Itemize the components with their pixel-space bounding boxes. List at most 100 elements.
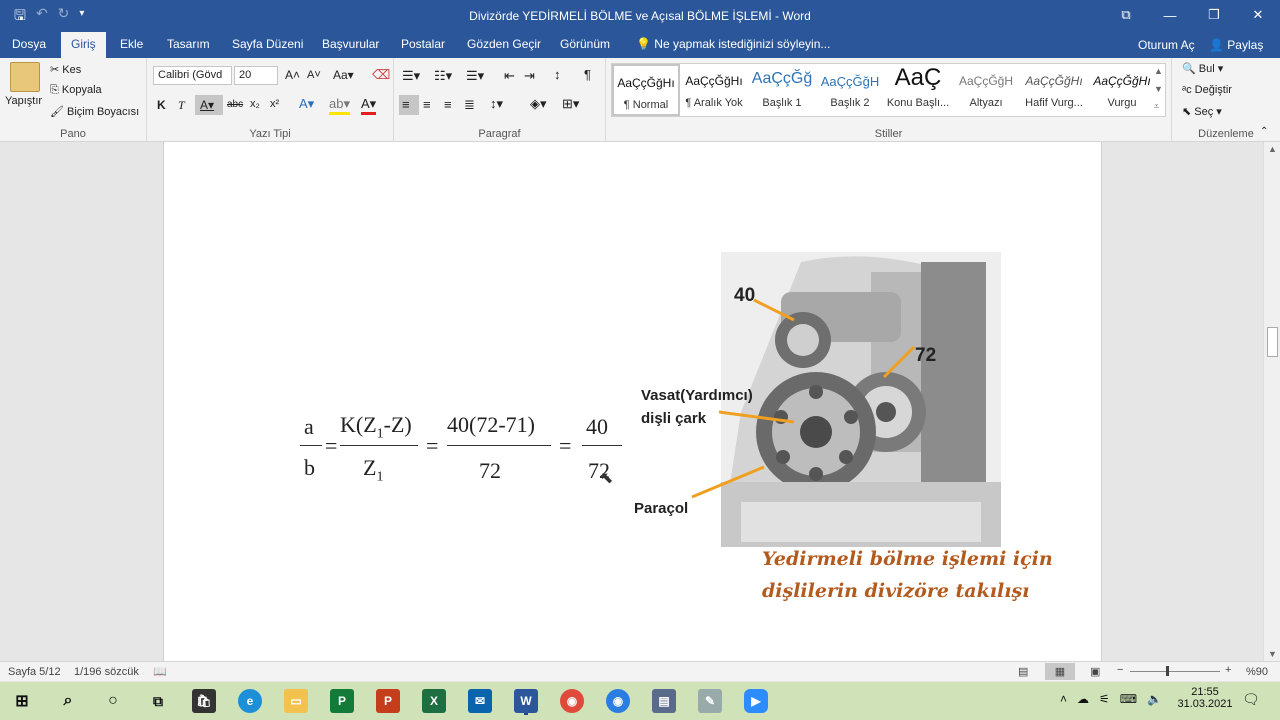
document-page[interactable]: a b = K(Z1-Z) Z1 = 40(72-71) 72 = 40 72 … — [163, 142, 1102, 661]
numbering-icon[interactable]: ☷▾ — [434, 68, 452, 84]
tab-gorunum[interactable]: Görünüm — [560, 32, 610, 58]
font-color-icon[interactable]: A▾ — [361, 96, 377, 115]
zoom-level[interactable]: %90 — [1246, 666, 1268, 678]
tab-sayfa-duzeni[interactable]: Sayfa Düzeni — [232, 32, 303, 58]
tab-dosya[interactable]: Dosya — [12, 32, 46, 58]
powerpoint-icon[interactable]: P — [376, 689, 400, 713]
style-normal[interactable]: AaÇçĞğHı ¶ Normal — [612, 64, 680, 116]
replace-button[interactable]: ᵃc Değiştir — [1182, 84, 1232, 96]
paint-icon[interactable]: ✎ — [698, 689, 722, 713]
find-button[interactable]: 🔍 Bul ▾ — [1182, 62, 1223, 75]
zoom-slider-thumb[interactable] — [1166, 666, 1169, 676]
scroll-thumb[interactable] — [1267, 327, 1278, 357]
read-mode-icon[interactable]: ▤ — [1018, 665, 1028, 678]
network-app-icon[interactable]: ▤ — [652, 689, 676, 713]
network-icon[interactable]: ⚟ — [1099, 692, 1110, 706]
align-left-icon[interactable]: ≡ — [399, 95, 419, 115]
word-icon[interactable]: W — [514, 689, 538, 713]
volume-icon[interactable]: 🔈 — [1147, 692, 1162, 706]
style-subtitle[interactable]: AaÇçĞğH Altyazı — [952, 64, 1020, 116]
task-view-icon[interactable]: ⧉ — [146, 689, 170, 713]
paste-button[interactable]: Yapıştır — [5, 95, 42, 107]
justify-icon[interactable]: ≣ — [464, 97, 475, 113]
proofing-icon[interactable]: 📖 — [153, 665, 167, 678]
grow-font-icon[interactable]: A˄ — [285, 68, 300, 82]
minimize-button[interactable]: — — [1148, 0, 1192, 30]
store-icon[interactable]: 🛍 — [192, 689, 216, 713]
scroll-up-icon[interactable]: ▲ — [1268, 144, 1277, 154]
borders-icon[interactable]: ⊞▾ — [562, 96, 579, 112]
zoom-out-icon[interactable]: − — [1117, 664, 1123, 676]
italic-icon[interactable]: T — [178, 98, 185, 113]
onedrive-icon[interactable]: ☁ — [1077, 692, 1089, 706]
mail-icon[interactable]: ✉ — [468, 689, 492, 713]
copy-button[interactable]: ⎘ Kopyala — [50, 84, 102, 97]
superscript-icon[interactable]: x² — [270, 98, 279, 110]
print-layout-icon[interactable]: ▦ — [1045, 663, 1075, 680]
tab-giris[interactable]: Giriş — [61, 32, 106, 58]
subscript-icon[interactable]: x₂ — [250, 98, 260, 110]
scroll-down-icon[interactable]: ▼ — [1268, 649, 1277, 659]
close-button[interactable]: ✕ — [1236, 0, 1280, 30]
font-size-select[interactable]: 20 — [234, 66, 278, 85]
change-case-icon[interactable]: Aa▾ — [333, 68, 354, 82]
sort-icon[interactable]: ↕ — [554, 67, 561, 82]
bullets-icon[interactable]: ☰▾ — [402, 68, 420, 84]
cortana-icon[interactable]: ○ — [101, 689, 125, 713]
tab-postalar[interactable]: Postalar — [401, 32, 445, 58]
tab-tasarim[interactable]: Tasarım — [167, 32, 210, 58]
clear-format-icon[interactable]: ⌫ — [372, 67, 390, 83]
format-painter-button[interactable]: 🖌 Biçim Boyacısı — [50, 105, 139, 118]
collapse-ribbon-icon[interactable]: ⌃ — [1260, 126, 1268, 137]
tab-basvurular[interactable]: Başvurular — [322, 32, 379, 58]
style-subtle-emphasis[interactable]: AaÇçĞğHı Hafif Vurg... — [1020, 64, 1088, 116]
tab-ekle[interactable]: Ekle — [120, 32, 143, 58]
strikethrough-icon[interactable]: abc — [227, 99, 243, 110]
page-count[interactable]: Sayfa 5/12 — [8, 666, 61, 678]
style-heading-1[interactable]: AaÇçĞğ Başlık 1 — [748, 64, 816, 116]
styles-more-icon[interactable]: ⩡ — [1154, 101, 1159, 112]
tray-chevron-icon[interactable]: ˄ — [1060, 692, 1067, 706]
paste-icon[interactable] — [10, 62, 40, 92]
multilevel-list-icon[interactable]: ☰▾ — [466, 68, 484, 84]
style-emphasis[interactable]: AaÇçĞğHı Vurgu — [1088, 64, 1156, 116]
style-title[interactable]: AaÇ Konu Başlı... — [884, 64, 952, 116]
search-icon[interactable]: ⌕ — [56, 689, 80, 713]
styles-down-icon[interactable]: ▼ — [1154, 84, 1163, 94]
bold-icon[interactable]: K — [157, 98, 166, 112]
line-spacing-icon[interactable]: ↕▾ — [490, 96, 503, 112]
shading-icon[interactable]: ◈▾ — [530, 96, 547, 112]
underline-icon[interactable]: A▾ — [195, 95, 223, 115]
clock[interactable]: 21:55 31.03.2021 — [1175, 686, 1235, 710]
language-icon[interactable]: ⌨ — [1120, 692, 1137, 706]
tab-gozden-gecir[interactable]: Gözden Geçir — [467, 32, 541, 58]
align-right-icon[interactable]: ≡ — [444, 97, 452, 112]
sign-in-link[interactable]: Oturum Aç — [1138, 38, 1195, 52]
web-layout-icon[interactable]: ▣ — [1090, 665, 1100, 678]
vertical-scrollbar[interactable]: ▲ ▼ — [1263, 142, 1280, 661]
text-effects-icon[interactable]: A▾ — [299, 96, 314, 112]
chrome-icon-2[interactable]: ◉ — [606, 689, 630, 713]
decrease-indent-icon[interactable]: ⇤ — [504, 68, 515, 84]
maximize-button[interactable]: ❐ — [1192, 0, 1236, 30]
style-heading-2[interactable]: AaÇçĞğH Başlık 2 — [816, 64, 884, 116]
zoom-slider[interactable] — [1130, 671, 1220, 672]
tell-me-box[interactable]: 💡 Ne yapmak istediğinizi söyleyin... — [636, 37, 830, 51]
zoom-app-icon[interactable]: ▶ — [744, 689, 768, 713]
chrome-icon[interactable]: ◉ — [560, 689, 584, 713]
font-name-select[interactable]: Calibri (Gövd — [153, 66, 232, 85]
styles-up-icon[interactable]: ▲ — [1154, 66, 1163, 76]
ribbon-display-icon[interactable]: ⧉ — [1104, 0, 1148, 30]
edge-icon[interactable]: e — [238, 689, 262, 713]
increase-indent-icon[interactable]: ⇥ — [524, 68, 535, 84]
shrink-font-icon[interactable]: A˅ — [307, 69, 321, 81]
zoom-in-icon[interactable]: + — [1225, 664, 1231, 676]
project-icon[interactable]: P — [330, 689, 354, 713]
share-button[interactable]: 👤 Paylaş — [1209, 38, 1263, 52]
pilcrow-icon[interactable]: ¶ — [584, 67, 591, 82]
windows-start-icon[interactable]: ⊞ — [10, 689, 34, 713]
align-center-icon[interactable]: ≡ — [423, 97, 431, 112]
notification-icon[interactable]: 🗨 — [1242, 691, 1260, 708]
file-explorer-icon[interactable]: ▭ — [284, 689, 308, 713]
excel-icon[interactable]: X — [422, 689, 446, 713]
